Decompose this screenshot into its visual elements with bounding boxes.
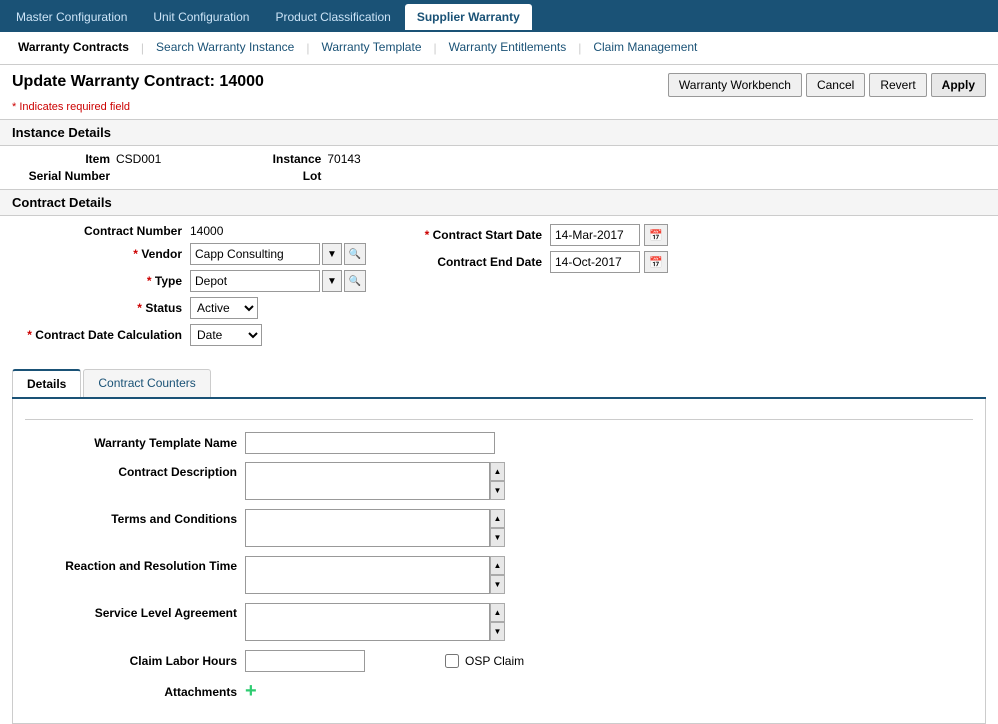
status-row: * Status Active Inactive <box>20 297 380 319</box>
service-level-label: Service Level Agreement <box>25 603 245 620</box>
lot-field-row: Lot <box>261 169 360 183</box>
claim-labor-row: Claim Labor Hours OSP Claim <box>25 650 973 672</box>
reaction-resolution-row: Reaction and Resolution Time ▲ ▼ <box>25 556 973 597</box>
tab-product-class[interactable]: Product Classification <box>263 4 402 30</box>
item-label: Item <box>20 152 110 166</box>
service-level-row: Service Level Agreement ▲ ▼ <box>25 603 973 644</box>
vendor-search-btn[interactable]: 🔍 <box>344 243 366 265</box>
vendor-dropdown-btn[interactable]: ▼ <box>322 243 342 265</box>
reaction-resolution-textarea[interactable] <box>245 556 490 594</box>
claim-labor-input[interactable] <box>245 650 365 672</box>
item-field-row: Item CSD001 <box>20 152 161 166</box>
start-date-calendar-btn[interactable]: 📅 <box>644 224 668 246</box>
contract-date-calc-row: * Contract Date Calculation Date Duratio… <box>20 324 380 346</box>
status-label: * Status <box>20 301 190 315</box>
reaction-scroll-down[interactable]: ▼ <box>490 575 505 594</box>
page-title: Update Warranty Contract: 14000 <box>12 73 264 91</box>
instance-label: Instance <box>261 152 321 166</box>
action-buttons: Warranty Workbench Cancel Revert Apply <box>668 73 986 97</box>
nav-warranty-entitlements[interactable]: Warranty Entitlements <box>439 32 577 64</box>
contract-end-date-row: Contract End Date 📅 <box>400 251 680 273</box>
terms-conditions-label: Terms and Conditions <box>25 509 245 526</box>
tab-unit-config[interactable]: Unit Configuration <box>141 4 261 30</box>
contract-end-date-label: Contract End Date <box>400 255 550 269</box>
contract-details-header: Contract Details <box>0 189 998 216</box>
terms-conditions-row: Terms and Conditions ▲ ▼ <box>25 509 973 550</box>
instance-value: 70143 <box>327 152 360 166</box>
nav-warranty-contracts[interactable]: Warranty Contracts <box>8 32 139 64</box>
desc-scroll-down[interactable]: ▼ <box>490 481 505 500</box>
contract-start-date-label: * Contract Start Date <box>400 228 550 242</box>
terms-scroll-up[interactable]: ▲ <box>490 509 505 528</box>
type-search-btn[interactable]: 🔍 <box>344 270 366 292</box>
contract-description-textarea[interactable] <box>245 462 490 500</box>
nav-search-warranty[interactable]: Search Warranty Instance <box>146 32 304 64</box>
item-value: CSD001 <box>116 152 161 166</box>
revert-button[interactable]: Revert <box>869 73 926 97</box>
claim-labor-label: Claim Labor Hours <box>25 654 245 668</box>
terms-scroll-down[interactable]: ▼ <box>490 528 505 547</box>
reaction-scroll-up[interactable]: ▲ <box>490 556 505 575</box>
service-level-scroll-down[interactable]: ▼ <box>490 622 505 641</box>
contract-end-date-input[interactable] <box>550 251 640 273</box>
inner-tabs: Details Contract Counters <box>12 369 986 399</box>
warranty-template-name-row: Warranty Template Name <box>25 432 973 454</box>
warranty-workbench-button[interactable]: Warranty Workbench <box>668 73 802 97</box>
cancel-button[interactable]: Cancel <box>806 73 865 97</box>
desc-scroll-up[interactable]: ▲ <box>490 462 505 481</box>
tab-content-details: Warranty Template Name Contract Descript… <box>12 399 986 724</box>
osp-claim-label: OSP Claim <box>465 654 524 668</box>
instance-details-header: Instance Details <box>0 119 998 146</box>
warranty-template-name-input[interactable] <box>245 432 495 454</box>
nav-warranty-template[interactable]: Warranty Template <box>311 32 431 64</box>
attachments-label: Attachments <box>25 685 245 699</box>
osp-claim-group: OSP Claim <box>445 654 524 668</box>
contract-number-value: 14000 <box>190 224 223 238</box>
nav-claim-management[interactable]: Claim Management <box>583 32 707 64</box>
terms-conditions-textarea[interactable] <box>245 509 490 547</box>
attachments-row: Attachments + <box>25 680 973 703</box>
serial-number-label: Serial Number <box>20 169 110 183</box>
type-dropdown-btn[interactable]: ▼ <box>322 270 342 292</box>
contract-start-date-row: * Contract Start Date 📅 <box>400 224 680 246</box>
tab-supplier-warranty[interactable]: Supplier Warranty <box>405 4 532 30</box>
contract-description-row: Contract Description ▲ ▼ <box>25 462 973 503</box>
service-level-scroll-up[interactable]: ▲ <box>490 603 505 622</box>
tab-master-config[interactable]: Master Configuration <box>4 4 139 30</box>
status-select[interactable]: Active Inactive <box>190 297 258 319</box>
reaction-resolution-label: Reaction and Resolution Time <box>25 556 245 573</box>
type-label: * Type <box>20 274 190 288</box>
top-navigation: Master Configuration Unit Configuration … <box>0 0 998 32</box>
end-date-calendar-btn[interactable]: 📅 <box>644 251 668 273</box>
contract-date-calc-select[interactable]: Date Duration <box>190 324 262 346</box>
tab-contract-counters[interactable]: Contract Counters <box>83 369 210 397</box>
osp-claim-checkbox[interactable] <box>445 654 459 668</box>
contract-number-label: Contract Number <box>20 224 190 238</box>
lot-label: Lot <box>261 169 321 183</box>
warranty-template-name-label: Warranty Template Name <box>25 436 245 450</box>
required-note: * Indicates required field <box>12 101 130 113</box>
tab-details[interactable]: Details <box>12 369 81 397</box>
contract-description-label: Contract Description <box>25 462 245 479</box>
contract-number-row: Contract Number 14000 <box>20 224 380 238</box>
contract-date-calc-label: * Contract Date Calculation <box>20 328 190 342</box>
add-attachment-button[interactable]: + <box>245 680 257 703</box>
vendor-row: * Vendor ▼ 🔍 <box>20 243 380 265</box>
apply-button[interactable]: Apply <box>931 73 986 97</box>
second-navigation: Warranty Contracts | Search Warranty Ins… <box>0 32 998 65</box>
instance-field-row: Instance 70143 <box>261 152 360 166</box>
vendor-input[interactable] <box>190 243 320 265</box>
serial-number-field-row: Serial Number <box>20 169 161 183</box>
contract-start-date-input[interactable] <box>550 224 640 246</box>
service-level-textarea[interactable] <box>245 603 490 641</box>
vendor-label: * Vendor <box>20 247 190 261</box>
type-input[interactable] <box>190 270 320 292</box>
tab-divider <box>25 419 973 420</box>
type-row: * Type ▼ 🔍 <box>20 270 380 292</box>
